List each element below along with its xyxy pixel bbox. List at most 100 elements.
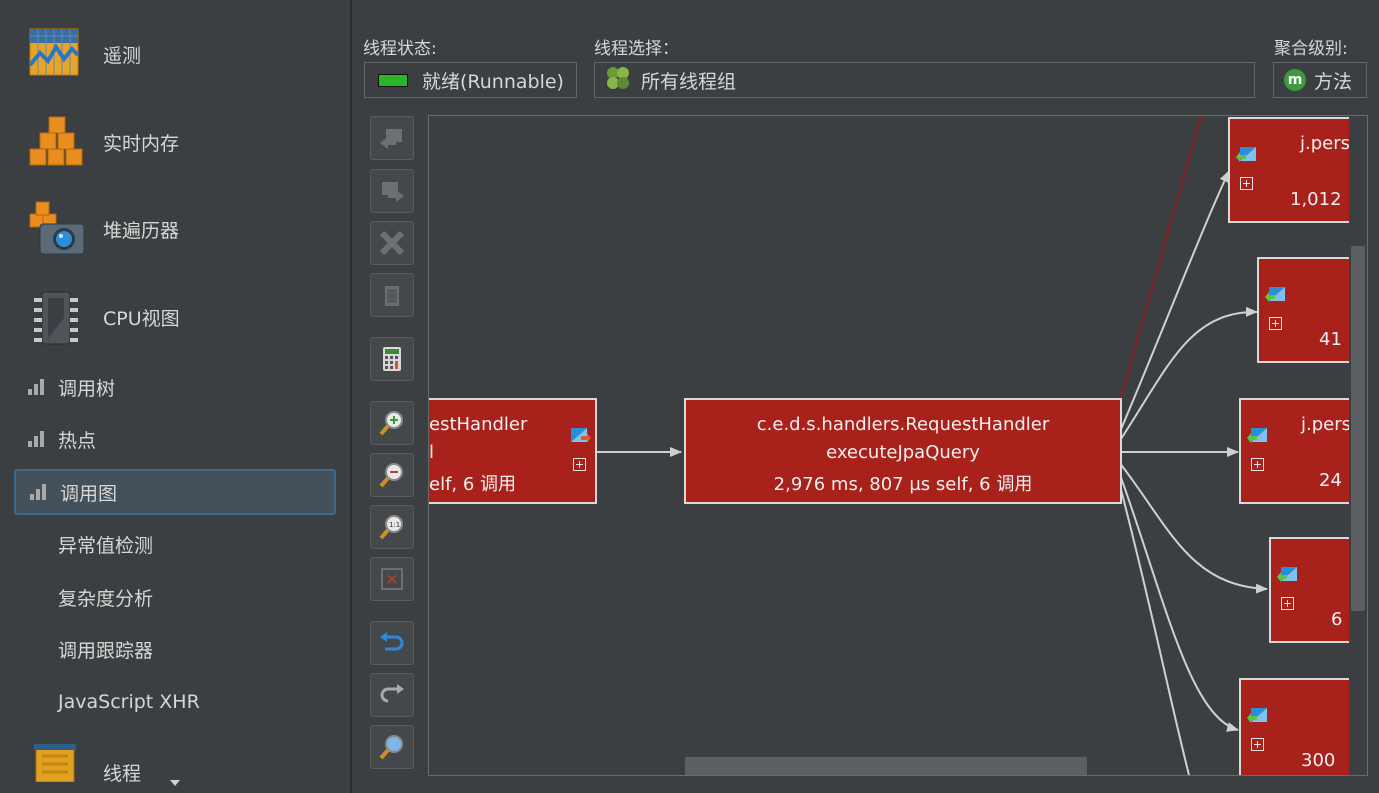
graph-node-callee[interactable]: j.pers 1,012 bbox=[1228, 117, 1367, 223]
expand-node-icon[interactable] bbox=[1251, 458, 1264, 471]
remove-node-button[interactable] bbox=[370, 221, 414, 265]
sidebar-item-label: 遥测 bbox=[103, 44, 142, 67]
expand-node-icon[interactable] bbox=[1281, 597, 1294, 610]
node-stats-label: 6 bbox=[1331, 609, 1343, 630]
incoming-call-icon bbox=[1247, 428, 1267, 443]
sidebar-item-label: 调用图 bbox=[60, 482, 118, 505]
sidebar-item-threads[interactable]: 线程 bbox=[28, 742, 141, 782]
find-button[interactable] bbox=[370, 725, 414, 769]
vertical-scrollbar[interactable] bbox=[1349, 116, 1367, 775]
sidebar-item-live-memory[interactable]: 实时内存 bbox=[28, 110, 179, 174]
node-stats-label: 1,012 bbox=[1290, 189, 1342, 210]
navigate-back-icon bbox=[380, 129, 402, 149]
method-badge-icon: m bbox=[1284, 69, 1306, 91]
remove-node-icon bbox=[379, 230, 405, 256]
node-class-label: c.e.d.s.handlers.RequestHandler bbox=[756, 414, 1050, 435]
node-class-label: j.pers bbox=[1300, 133, 1351, 154]
sidebar-item-call-tracer[interactable]: 调用跟踪器 bbox=[58, 629, 153, 669]
sidebar-item-cpu-views[interactable]: CPU视图 bbox=[28, 285, 180, 349]
zoom-out-icon bbox=[379, 463, 403, 488]
expand-node-icon[interactable] bbox=[1251, 738, 1264, 751]
node-class-label: j.pers bbox=[1301, 414, 1352, 435]
zoom-in-button[interactable] bbox=[370, 401, 414, 445]
delete-icon bbox=[385, 286, 399, 306]
svg-text:1:1: 1:1 bbox=[389, 521, 400, 529]
fit-content-icon bbox=[381, 568, 403, 590]
view-sidebar: 遥测 实时内存 堆遍历器 CPU视图 调用树 热点 调用图 异常值检测 复杂度分… bbox=[0, 0, 352, 793]
thread-state-dropdown[interactable]: 就绪(Runnable) bbox=[364, 62, 577, 98]
memory-cubes-icon bbox=[28, 113, 86, 171]
node-method-label: l bbox=[429, 442, 435, 463]
call-graph-panel: 线程状态: 线程选择： 聚合级别: 就绪(Runnable) 所有线程组 m 方… bbox=[352, 0, 1379, 793]
sidebar-item-hot-spots[interactable]: 热点 bbox=[14, 417, 336, 461]
edge-center-callee-5 bbox=[1118, 471, 1239, 732]
edge-center-callee-6 bbox=[1118, 481, 1190, 775]
sidebar-item-complexity-analysis[interactable]: 复杂度分析 bbox=[58, 577, 153, 617]
sidebar-item-label: 实时内存 bbox=[103, 132, 180, 155]
expand-node-icon[interactable] bbox=[1269, 317, 1282, 330]
sidebar-item-call-tree[interactable]: 调用树 bbox=[14, 365, 336, 409]
expand-node-icon[interactable] bbox=[573, 458, 586, 471]
thread-select-value: 所有线程组 bbox=[641, 70, 737, 93]
node-class-label: estHandler bbox=[429, 414, 528, 435]
navigate-forward-icon bbox=[382, 182, 404, 202]
node-stats-label: 41 bbox=[1319, 329, 1342, 350]
aggregation-dropdown[interactable]: m 方法 bbox=[1273, 62, 1367, 98]
redo-icon bbox=[380, 684, 404, 703]
aggregation-label: 聚合级别: bbox=[1274, 39, 1348, 59]
undo-icon bbox=[380, 632, 404, 651]
incoming-call-icon bbox=[1277, 567, 1297, 582]
zoom-reset-button[interactable]: 1:1 bbox=[370, 505, 414, 549]
edge-dark-red bbox=[1118, 116, 1202, 405]
navigate-forward-button[interactable] bbox=[370, 169, 414, 213]
incoming-call-icon bbox=[1247, 708, 1267, 723]
thread-state-value: 就绪(Runnable) bbox=[422, 70, 564, 93]
runnable-state-icon bbox=[378, 73, 408, 87]
node-stats-label: 300 bbox=[1301, 750, 1336, 771]
aggregation-value: 方法 bbox=[1314, 70, 1353, 93]
navigate-back-button[interactable] bbox=[370, 116, 414, 160]
redo-button[interactable] bbox=[370, 673, 414, 717]
sidebar-item-label: CPU视图 bbox=[103, 307, 180, 330]
find-icon bbox=[379, 735, 403, 760]
threads-icon bbox=[28, 742, 86, 782]
node-method-label: executeJpaQuery bbox=[826, 442, 980, 463]
telemetry-icon bbox=[28, 25, 86, 83]
sidebar-item-call-graph[interactable]: 调用图 bbox=[14, 469, 336, 515]
vertical-scroll-thumb[interactable] bbox=[1351, 246, 1365, 611]
sidebar-item-label: 线程 bbox=[103, 762, 142, 783]
call-graph-canvas[interactable]: estHandler l elf, 6 调用 c.e.d.s.handlers.… bbox=[428, 115, 1368, 776]
graph-node-caller[interactable]: estHandler l elf, 6 调用 bbox=[429, 398, 597, 504]
undo-button[interactable] bbox=[370, 621, 414, 665]
cpu-chip-icon bbox=[28, 288, 86, 346]
expand-node-icon[interactable] bbox=[1240, 177, 1253, 190]
incoming-call-icon bbox=[1265, 287, 1285, 302]
sidebar-item-telemetry[interactable]: 遥测 bbox=[28, 22, 141, 86]
delete-button[interactable] bbox=[370, 273, 414, 317]
fit-content-button[interactable] bbox=[370, 557, 414, 601]
bar-chart-icon bbox=[28, 431, 46, 447]
graph-node-selected[interactable]: c.e.d.s.handlers.RequestHandler executeJ… bbox=[684, 398, 1122, 504]
sidebar-item-outlier-detection[interactable]: 异常值检测 bbox=[58, 524, 153, 564]
bar-chart-icon bbox=[30, 484, 48, 500]
sidebar-item-heap-walker[interactable]: 堆遍历器 bbox=[28, 197, 179, 261]
thread-select-dropdown[interactable]: 所有线程组 bbox=[594, 62, 1255, 98]
sidebar-item-label: 热点 bbox=[58, 429, 97, 452]
incoming-call-icon bbox=[1236, 147, 1256, 162]
calculator-button[interactable] bbox=[370, 337, 414, 381]
node-stats-label: 2,976 ms, 807 µs self, 6 调用 bbox=[773, 474, 1033, 495]
sidebar-item-label: 调用树 bbox=[58, 377, 116, 400]
node-stats-label: 24 bbox=[1319, 470, 1342, 491]
scroll-down-arrow-icon[interactable] bbox=[170, 780, 180, 786]
zoom-out-button[interactable] bbox=[370, 453, 414, 497]
zoom-reset-icon: 1:1 bbox=[379, 515, 403, 540]
bar-chart-icon bbox=[28, 379, 46, 395]
thread-select-label: 线程选择： bbox=[594, 39, 679, 59]
thread-state-label: 线程状态: bbox=[363, 39, 437, 59]
outgoing-call-icon bbox=[571, 428, 591, 443]
zoom-in-icon bbox=[379, 411, 403, 436]
horizontal-scroll-thumb[interactable] bbox=[685, 757, 1087, 775]
calculator-icon bbox=[383, 347, 401, 371]
thread-group-icon bbox=[605, 65, 631, 96]
sidebar-item-javascript-xhr[interactable]: JavaScript XHR bbox=[58, 682, 200, 722]
